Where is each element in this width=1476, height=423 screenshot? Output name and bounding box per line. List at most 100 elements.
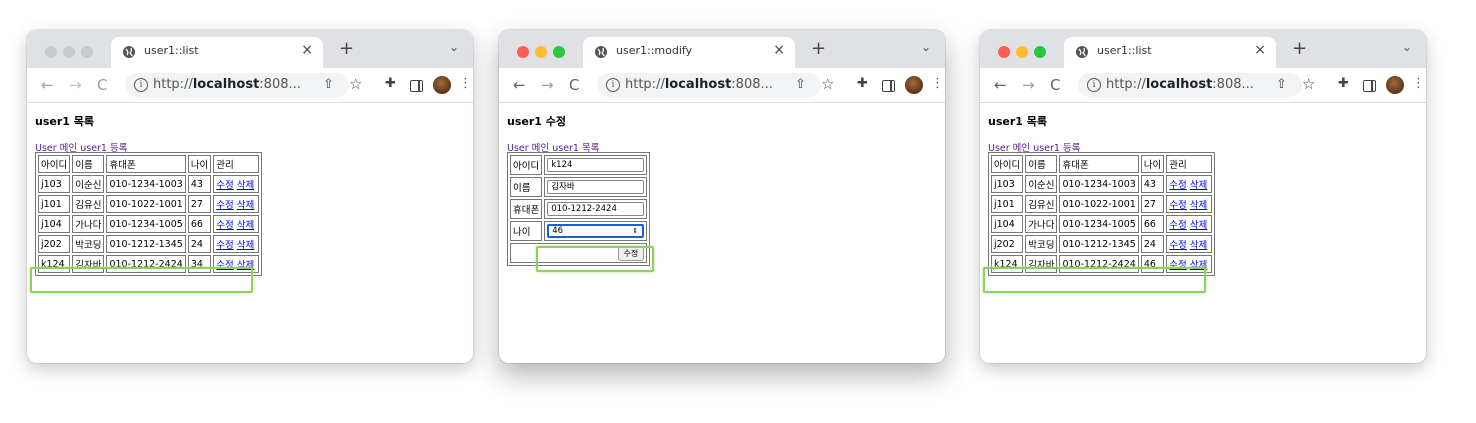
cell-actions: 수정 삭제 bbox=[1166, 175, 1213, 193]
forward-icon[interactable]: → bbox=[69, 76, 82, 94]
tab-title: user1::list bbox=[144, 44, 199, 57]
delete-link[interactable]: 삭제 bbox=[1190, 240, 1207, 251]
delete-link[interactable]: 삭제 bbox=[1190, 180, 1207, 191]
cell-id: j202 bbox=[38, 235, 71, 253]
zoom-window-button[interactable] bbox=[553, 46, 565, 58]
puzzle-icon[interactable]: ✚ bbox=[385, 76, 396, 91]
globe-icon bbox=[123, 46, 135, 58]
name-field[interactable]: 김자바 bbox=[547, 180, 645, 194]
reload-icon[interactable]: C bbox=[97, 76, 107, 94]
edit-link[interactable]: 수정 bbox=[1169, 200, 1186, 211]
star-icon[interactable]: ☆ bbox=[821, 75, 834, 93]
delete-link[interactable]: 삭제 bbox=[1190, 200, 1207, 211]
minimize-window-button[interactable] bbox=[535, 46, 547, 58]
label-id: 아이디 bbox=[510, 155, 543, 175]
chevron-down-icon[interactable]: ⌄ bbox=[449, 40, 459, 54]
cell-phone: 010-1234-1005 bbox=[106, 215, 186, 233]
close-icon[interactable]: × bbox=[301, 42, 313, 58]
delete-link[interactable]: 삭제 bbox=[1190, 220, 1207, 231]
cell-age: 27 bbox=[1140, 195, 1165, 213]
cell-name: 이순신 bbox=[1025, 175, 1058, 193]
sidepanel-icon[interactable] bbox=[882, 80, 895, 92]
plus-icon[interactable]: + bbox=[1292, 38, 1307, 59]
plus-icon[interactable]: + bbox=[811, 38, 826, 59]
tab-strip: user1::modify × + ⌄ bbox=[499, 30, 945, 68]
minimize-window-button[interactable] bbox=[1016, 46, 1028, 58]
star-icon[interactable]: ☆ bbox=[1302, 75, 1315, 93]
chevron-down-icon[interactable]: ⌄ bbox=[921, 40, 931, 54]
delete-link[interactable]: 삭제 bbox=[237, 220, 254, 231]
close-window-button[interactable] bbox=[45, 46, 57, 58]
sidepanel-icon[interactable] bbox=[410, 80, 423, 92]
delete-link[interactable]: 삭제 bbox=[237, 240, 254, 251]
age-stepper[interactable]: 46 ⇕ bbox=[547, 224, 645, 238]
address-bar[interactable]: i http://localhost:808... bbox=[1078, 73, 1302, 97]
back-icon[interactable]: ← bbox=[994, 76, 1007, 94]
kebab-icon[interactable]: ⋮ bbox=[1412, 76, 1425, 91]
close-icon[interactable]: × bbox=[773, 42, 785, 58]
back-icon[interactable]: ← bbox=[41, 76, 54, 94]
share-icon[interactable]: ⇧ bbox=[795, 77, 806, 92]
zoom-window-button[interactable] bbox=[81, 46, 93, 58]
edit-link[interactable]: 수정 bbox=[1169, 180, 1186, 191]
sidepanel-icon[interactable] bbox=[1363, 80, 1376, 92]
cell-id: j104 bbox=[38, 215, 71, 233]
page-title: user1 수정 bbox=[507, 115, 566, 128]
info-icon[interactable]: i bbox=[1087, 78, 1101, 92]
edit-link[interactable]: 수정 bbox=[216, 220, 233, 231]
address-bar[interactable]: i http://localhost:808... bbox=[125, 73, 349, 97]
cell-age: 66 bbox=[1140, 215, 1165, 233]
phone-field[interactable]: 010-1212-2424 bbox=[547, 202, 645, 216]
forward-icon[interactable]: → bbox=[1022, 76, 1035, 94]
kebab-icon[interactable]: ⋮ bbox=[931, 76, 944, 91]
form-row-phone: 휴대폰 010-1212-2424 bbox=[510, 199, 648, 219]
cell-actions: 수정 삭제 bbox=[213, 195, 260, 213]
share-icon[interactable]: ⇧ bbox=[323, 77, 334, 92]
plus-icon[interactable]: + bbox=[339, 38, 354, 59]
table-row: j101 김유신 010-1022-1001 27 수정 삭제 bbox=[38, 195, 260, 213]
browser-toolbar: ← → C i http://localhost:808... ⇧ ☆ ✚ ⋮ bbox=[980, 68, 1426, 103]
kebab-icon[interactable]: ⋮ bbox=[459, 76, 472, 91]
edit-link[interactable]: 수정 bbox=[216, 200, 233, 211]
tab-user1-list[interactable]: user1::list × bbox=[111, 37, 323, 68]
edit-link[interactable]: 수정 bbox=[216, 180, 233, 191]
avatar[interactable] bbox=[905, 76, 923, 94]
delete-link[interactable]: 삭제 bbox=[237, 200, 254, 211]
chevron-down-icon[interactable]: ⌄ bbox=[1402, 40, 1412, 54]
cell-phone: 010-1212-1345 bbox=[1059, 235, 1139, 253]
age-value: 46 bbox=[552, 226, 564, 236]
puzzle-icon[interactable]: ✚ bbox=[1338, 76, 1349, 91]
spinner-arrows-icon[interactable]: ⇕ bbox=[632, 226, 638, 236]
close-window-button[interactable] bbox=[517, 46, 529, 58]
edit-link[interactable]: 수정 bbox=[1169, 240, 1186, 251]
close-icon[interactable]: × bbox=[1254, 42, 1266, 58]
info-icon[interactable]: i bbox=[134, 78, 148, 92]
back-icon[interactable]: ← bbox=[513, 76, 526, 94]
minimize-window-button[interactable] bbox=[63, 46, 75, 58]
tab-user1-modify[interactable]: user1::modify × bbox=[583, 37, 795, 68]
id-field[interactable]: k124 bbox=[547, 158, 645, 172]
puzzle-icon[interactable]: ✚ bbox=[857, 76, 868, 91]
tab-user1-list[interactable]: user1::list × bbox=[1064, 37, 1276, 68]
delete-link[interactable]: 삭제 bbox=[237, 180, 254, 191]
reload-icon[interactable]: C bbox=[1050, 76, 1060, 94]
edit-link[interactable]: 수정 bbox=[1169, 220, 1186, 231]
row-highlight-box bbox=[983, 267, 1206, 293]
header-id: 아이디 bbox=[991, 155, 1024, 173]
share-icon[interactable]: ⇧ bbox=[1276, 77, 1287, 92]
header-age: 나이 bbox=[1140, 155, 1165, 173]
form-row-id: 아이디 k124 bbox=[510, 155, 648, 175]
table-row: j103 이순신 010-1234-1003 43 수정 삭제 bbox=[38, 175, 260, 193]
reload-icon[interactable]: C bbox=[569, 76, 579, 94]
cell-name: 이순신 bbox=[72, 175, 105, 193]
info-icon[interactable]: i bbox=[606, 78, 620, 92]
avatar[interactable] bbox=[1386, 76, 1404, 94]
zoom-window-button[interactable] bbox=[1034, 46, 1046, 58]
avatar[interactable] bbox=[433, 76, 451, 94]
table-row: j101 김유신 010-1022-1001 27 수정 삭제 bbox=[991, 195, 1213, 213]
address-bar[interactable]: i http://localhost:808... bbox=[597, 73, 821, 97]
star-icon[interactable]: ☆ bbox=[349, 75, 362, 93]
forward-icon[interactable]: → bbox=[541, 76, 554, 94]
close-window-button[interactable] bbox=[998, 46, 1010, 58]
edit-link[interactable]: 수정 bbox=[216, 240, 233, 251]
